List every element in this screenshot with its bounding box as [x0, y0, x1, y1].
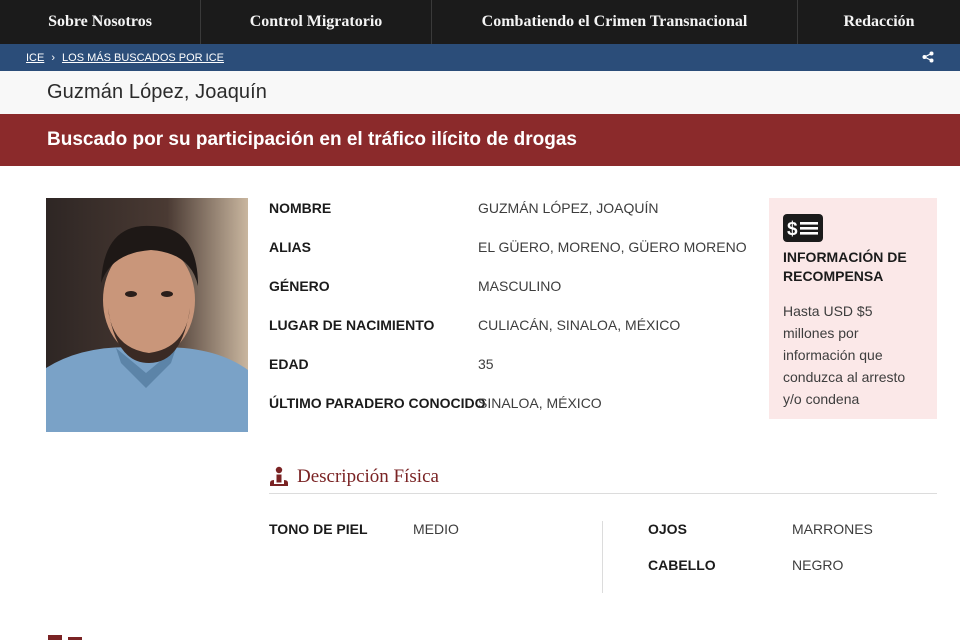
breadcrumb-link-ice[interactable]: ICE — [26, 52, 44, 64]
top-navigation: Sobre Nosotros Control Migratorio Combat… — [0, 0, 960, 44]
share-icon[interactable] — [922, 51, 934, 63]
column-divider — [602, 521, 603, 593]
breadcrumb-separator: › — [51, 51, 56, 64]
detail-value: GUZMÁN LÓPEZ, JOAQUÍN — [478, 200, 659, 216]
physical-value-cabello: NEGRO — [792, 557, 844, 573]
person-icon — [270, 466, 288, 486]
reward-title: INFORMACIÓN DE RECOMPENSA — [783, 249, 907, 284]
detail-label: ÚLTIMO PARADERO CONOCIDO — [269, 395, 486, 411]
page-title: Guzmán López, Joaquín — [47, 81, 268, 103]
physical-description-header: Descripción Física — [269, 466, 439, 488]
wanted-reason: Buscado por su participación en el tráfi… — [47, 129, 577, 150]
name-header: Guzmán López, Joaquín — [0, 71, 960, 114]
suspect-photo — [46, 198, 248, 432]
detail-row-lugar-nacimiento: LUGAR DE NACIMIENTO CULIACÁN, SINALOA, M… — [269, 317, 749, 337]
nav-item-combatiendo-crimen[interactable]: Combatiendo el Crimen Transnacional — [432, 0, 798, 44]
physical-label-tono-piel: TONO DE PIEL — [269, 521, 368, 537]
detail-value: SINALOA, MÉXICO — [478, 395, 602, 411]
physical-label-cabello: CABELLO — [648, 557, 716, 573]
nav-item-redaccion[interactable]: Redacción — [798, 0, 960, 44]
next-section-icon — [46, 628, 86, 640]
breadcrumb-link-most-wanted[interactable]: LOS MÁS BUSCADOS POR ICE — [62, 52, 224, 64]
reward-text: Hasta USD $5 millones por información qu… — [783, 303, 906, 407]
money-icon: $ — [783, 214, 823, 242]
wanted-banner: Buscado por su participación en el tráfi… — [0, 114, 960, 166]
reward-box: $ INFORMACIÓN DE RECOMPENSA Hasta USD $5… — [769, 198, 937, 419]
physical-value-tono-piel: MEDIO — [413, 521, 459, 537]
physical-description-title: Descripción Física — [297, 466, 439, 487]
detail-row-alias: ALIAS EL GÜERO, MORENO, GÜERO MORENO — [269, 239, 749, 259]
breadcrumb: ICE › LOS MÁS BUSCADOS POR ICE — [0, 44, 960, 71]
detail-label: ALIAS — [269, 239, 311, 255]
detail-value: EL GÜERO, MORENO, GÜERO MORENO — [478, 239, 747, 255]
detail-label: NOMBRE — [269, 200, 332, 216]
physical-value-ojos: MARRONES — [792, 521, 873, 537]
detail-label: LUGAR DE NACIMIENTO — [269, 317, 435, 333]
detail-label: GÉNERO — [269, 278, 330, 294]
detail-row-nombre: NOMBRE GUZMÁN LÓPEZ, JOAQUÍN — [269, 200, 749, 220]
detail-value: 35 — [478, 356, 494, 372]
nav-item-control-migratorio[interactable]: Control Migratorio — [201, 0, 432, 44]
detail-row-ultimo-paradero: ÚLTIMO PARADERO CONOCIDO SINALOA, MÉXICO — [269, 395, 749, 415]
detail-value: MASCULINO — [478, 278, 562, 294]
detail-value: CULIACÁN, SINALOA, MÉXICO — [478, 317, 681, 333]
section-divider — [269, 493, 937, 494]
nav-item-sobre-nosotros[interactable]: Sobre Nosotros — [0, 0, 201, 44]
detail-row-edad: EDAD 35 — [269, 356, 749, 376]
detail-row-genero: GÉNERO MASCULINO — [269, 278, 749, 298]
physical-label-ojos: OJOS — [648, 521, 687, 537]
svg-text:$: $ — [787, 219, 798, 240]
detail-label: EDAD — [269, 356, 309, 372]
